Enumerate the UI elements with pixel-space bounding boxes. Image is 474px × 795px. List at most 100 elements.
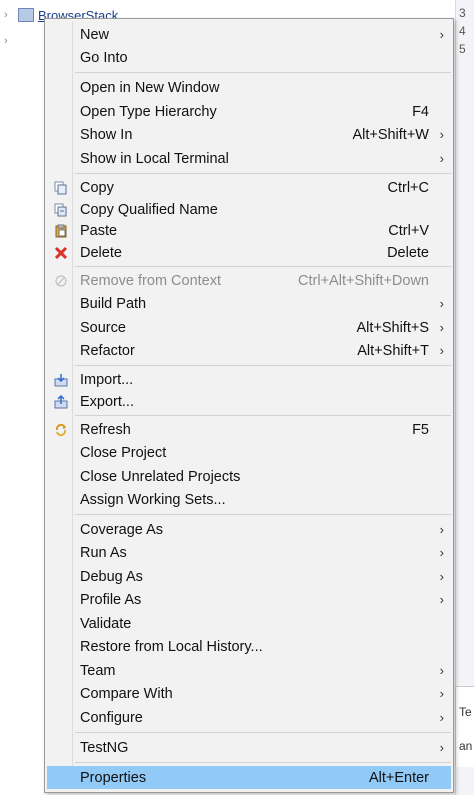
- menu-item-label: Delete: [80, 244, 122, 261]
- menu-item-build-path[interactable]: Build Path ›: [47, 292, 451, 315]
- menu-item-label: Copy Qualified Name: [80, 201, 218, 218]
- menu-item-label: Properties: [80, 769, 147, 786]
- gutter-line-number: 5: [459, 42, 466, 56]
- menu-item-close-unrelated-projects[interactable]: Close Unrelated Projects: [47, 465, 451, 488]
- submenu-arrow-icon: ›: [439, 27, 444, 42]
- menu-item-import[interactable]: Import...: [47, 368, 451, 391]
- submenu-arrow-icon: ›: [439, 522, 444, 537]
- menu-item-label: Close Unrelated Projects: [80, 468, 241, 485]
- paste-icon: [53, 223, 69, 239]
- menu-item-paste[interactable]: Paste Ctrl+V: [47, 219, 451, 242]
- menu-item-label: Assign Working Sets...: [80, 491, 226, 508]
- menu-item-label: Refactor: [80, 342, 135, 359]
- menu-item-shortcut: Delete: [387, 244, 429, 261]
- menu-item-shortcut: Alt+Enter: [368, 769, 429, 786]
- menu-item-label: Restore from Local History...: [80, 638, 263, 655]
- menu-item-label: Team: [80, 662, 116, 679]
- menu-item-shortcut: Alt+Shift+W: [352, 126, 429, 143]
- menu-item-label: Configure: [80, 709, 143, 726]
- menu-separator: [75, 732, 451, 733]
- menu-item-assign-working-sets[interactable]: Assign Working Sets...: [47, 488, 451, 511]
- menu-item-delete[interactable]: Delete Delete: [47, 241, 451, 264]
- menu-item-label: Paste: [80, 222, 118, 239]
- menu-item-label: Coverage As: [80, 521, 164, 538]
- menu-item-shortcut: F5: [412, 421, 429, 438]
- expand-arrow-icon[interactable]: ›: [4, 35, 14, 47]
- gutter-line-number: 3: [459, 6, 466, 20]
- menu-item-testng[interactable]: TestNG ›: [47, 736, 451, 759]
- export-icon: [53, 394, 69, 410]
- submenu-arrow-icon: ›: [439, 710, 444, 725]
- lower-right-panel: Te an: [455, 686, 474, 767]
- menu-item-debug-as[interactable]: Debug As ›: [47, 565, 451, 588]
- menu-item-open-in-new-window[interactable]: Open in New Window: [47, 76, 451, 99]
- gutter-line-number: 4: [459, 24, 466, 38]
- menu-item-restore-from-local-history[interactable]: Restore from Local History...: [47, 635, 451, 658]
- menu-item-team[interactable]: Team ›: [47, 659, 451, 682]
- import-icon: [53, 372, 69, 388]
- tree-row-second[interactable]: ›: [4, 31, 14, 51]
- menu-item-show-in-local-terminal[interactable]: Show in Local Terminal ›: [47, 147, 451, 170]
- copy-qualified-name-icon: [53, 202, 69, 218]
- remove-context-icon: [53, 273, 69, 289]
- menu-item-label: Open in New Window: [80, 79, 220, 96]
- menu-item-show-in[interactable]: Show In Alt+Shift+W ›: [47, 123, 451, 146]
- menu-item-label: TestNG: [80, 739, 129, 756]
- copy-icon: [53, 180, 69, 196]
- menu-item-label: Refresh: [80, 421, 131, 438]
- menu-item-label: Import...: [80, 371, 134, 388]
- submenu-arrow-icon: ›: [439, 296, 444, 311]
- menu-item-remove-from-context: Remove from Context Ctrl+Alt+Shift+Down: [47, 269, 451, 292]
- submenu-arrow-icon: ›: [439, 127, 444, 142]
- editor-line-gutter: 3 4 5: [455, 0, 474, 795]
- menu-item-properties[interactable]: Properties Alt+Enter: [47, 766, 451, 789]
- context-menu: New › Go Into Open in New Window Open Ty…: [44, 18, 454, 793]
- submenu-arrow-icon: ›: [439, 740, 444, 755]
- menu-item-refresh[interactable]: Refresh F5: [47, 418, 451, 441]
- menu-item-shortcut: F4: [412, 103, 429, 120]
- menu-item-profile-as[interactable]: Profile As ›: [47, 588, 451, 611]
- menu-item-run-as[interactable]: Run As ›: [47, 541, 451, 564]
- menu-item-validate[interactable]: Validate: [47, 612, 451, 635]
- submenu-arrow-icon: ›: [439, 592, 444, 607]
- menu-separator: [75, 762, 451, 763]
- menu-item-label: Source: [80, 319, 126, 336]
- menu-item-label: Build Path: [80, 295, 147, 312]
- menu-item-configure[interactable]: Configure ›: [47, 706, 451, 729]
- menu-item-refactor[interactable]: Refactor Alt+Shift+T ›: [47, 339, 451, 362]
- menu-item-shortcut: Ctrl+C: [387, 179, 430, 196]
- menu-item-shortcut: Alt+Shift+T: [357, 342, 429, 359]
- menu-item-go-into[interactable]: Go Into: [47, 46, 451, 69]
- menu-item-label: Open Type Hierarchy: [80, 103, 217, 120]
- menu-item-label: Validate: [80, 615, 132, 632]
- submenu-arrow-icon: ›: [439, 151, 444, 166]
- menu-item-coverage-as[interactable]: Coverage As ›: [47, 518, 451, 541]
- menu-item-compare-with[interactable]: Compare With ›: [47, 682, 451, 705]
- menu-item-label: Compare With: [80, 685, 173, 702]
- menu-separator: [75, 365, 451, 366]
- menu-item-source[interactable]: Source Alt+Shift+S ›: [47, 316, 451, 339]
- menu-item-open-type-hierarchy[interactable]: Open Type Hierarchy F4: [47, 100, 451, 123]
- menu-item-label: Copy: [80, 179, 114, 196]
- menu-item-label: Export...: [80, 393, 134, 410]
- menu-separator: [75, 415, 451, 416]
- menu-item-shortcut: Ctrl+Alt+Shift+Down: [298, 272, 429, 289]
- expand-arrow-icon[interactable]: ›: [4, 9, 14, 21]
- submenu-arrow-icon: ›: [439, 663, 444, 678]
- submenu-arrow-icon: ›: [439, 343, 444, 358]
- menu-item-export[interactable]: Export...: [47, 390, 451, 413]
- menu-item-copy-qualified-name[interactable]: Copy Qualified Name: [47, 198, 451, 221]
- menu-separator: [75, 266, 451, 267]
- menu-item-label: Close Project: [80, 444, 167, 461]
- refresh-icon: [53, 422, 69, 438]
- menu-item-copy[interactable]: Copy Ctrl+C: [47, 176, 451, 199]
- delete-icon: [53, 245, 69, 261]
- menu-item-label: Profile As: [80, 591, 142, 608]
- submenu-arrow-icon: ›: [439, 569, 444, 584]
- menu-item-new[interactable]: New ›: [47, 23, 451, 46]
- menu-item-label: Go Into: [80, 49, 128, 66]
- menu-item-close-project[interactable]: Close Project: [47, 441, 451, 464]
- menu-item-label: Show in Local Terminal: [80, 150, 229, 167]
- menu-item-label: Remove from Context: [80, 272, 222, 289]
- menu-item-label: New: [80, 26, 110, 43]
